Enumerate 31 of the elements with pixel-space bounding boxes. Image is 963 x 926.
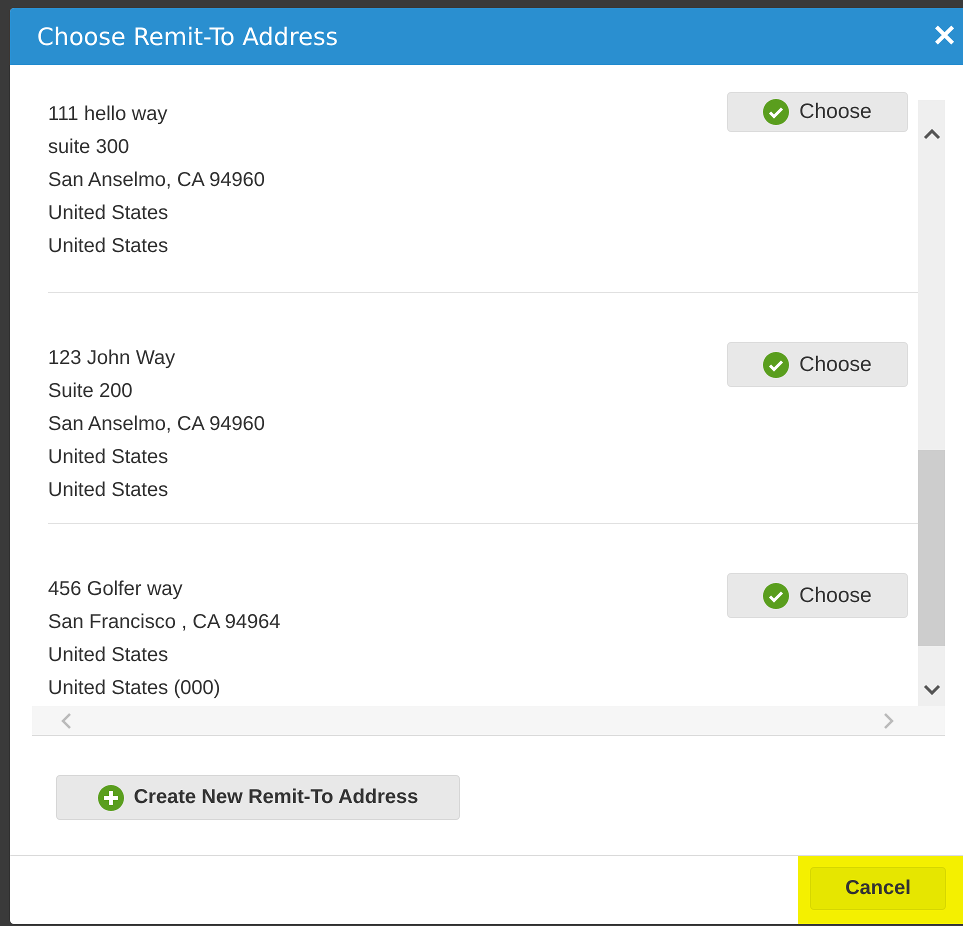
choose-button[interactable]: Choose [727, 573, 908, 618]
dialog-title: Choose Remit-To Address [37, 22, 338, 50]
address-line: United States (000) [48, 676, 222, 701]
address-line: United States [48, 445, 170, 470]
address-line: San Anselmo, CA 94960 [48, 412, 265, 437]
chevron-left-icon[interactable] [60, 712, 72, 730]
vertical-scrollbar[interactable] [918, 100, 945, 706]
check-icon [763, 99, 790, 125]
address-line: San Francisco , CA 94964 [48, 610, 280, 635]
address-line: 123 John Way [48, 346, 176, 371]
address-line: 456 Golfer way [48, 577, 184, 602]
check-icon [763, 582, 790, 608]
check-icon [763, 352, 790, 378]
address-line: United States [48, 478, 170, 503]
create-address-button[interactable]: Create New Remit-To Address [56, 775, 460, 820]
cancel-button[interactable]: Cancel [810, 867, 946, 910]
address-line: Suite 200 [48, 379, 134, 404]
chevron-right-icon[interactable] [883, 712, 895, 730]
address-line: United States [48, 643, 170, 668]
choose-button[interactable]: Choose [727, 92, 908, 132]
chevron-up-icon[interactable] [922, 128, 940, 140]
address-line: United States [48, 234, 170, 259]
chevron-down-icon[interactable] [922, 684, 940, 696]
horizontal-scrollbar[interactable] [32, 706, 945, 735]
address-line: suite 300 [48, 135, 130, 160]
address-line: 111 hello way [48, 102, 168, 127]
address-line: United States [48, 201, 170, 226]
address-line: San Anselmo, CA 94960 [48, 168, 265, 193]
plus-icon [98, 784, 124, 810]
close-button[interactable]: ✕ [926, 22, 963, 52]
choose-button[interactable]: Choose [727, 342, 908, 387]
